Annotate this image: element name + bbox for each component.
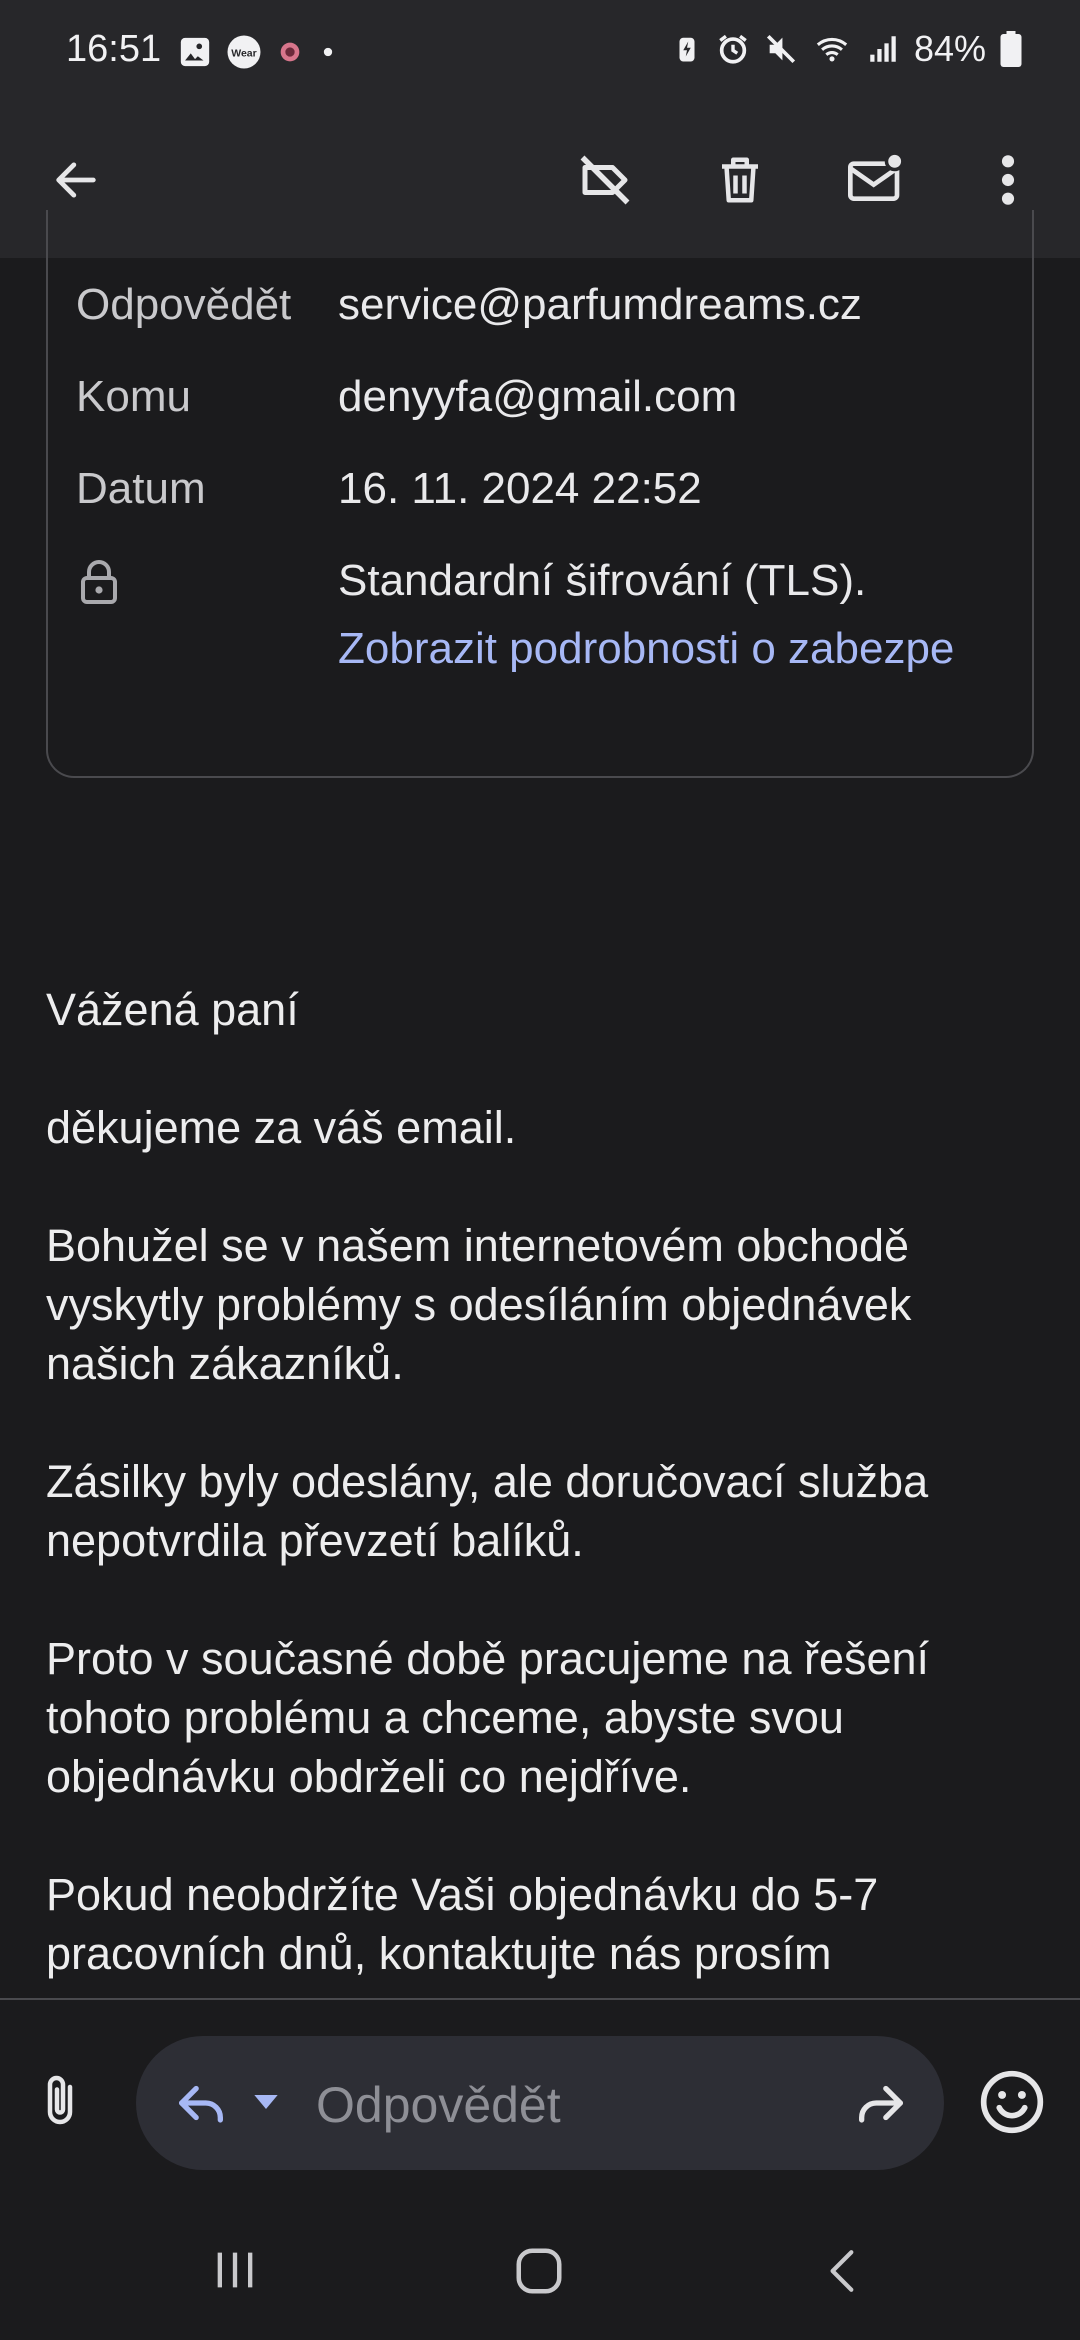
app-icon — [280, 42, 300, 62]
status-left-icons: Wear — [178, 34, 338, 70]
image-icon — [180, 37, 210, 67]
emoji-icon — [980, 2070, 1044, 2134]
lock-icon — [81, 560, 117, 604]
more-options-button[interactable] — [968, 140, 1048, 220]
system-nav-bar — [0, 2220, 1080, 2320]
body-paragraph-4: Proto v současné době pracujeme na řešen… — [46, 1629, 1046, 1806]
back-arrow-icon — [56, 162, 96, 198]
to-label: Komu — [76, 372, 191, 421]
body-line: nepotvrdila převzetí balíků. — [46, 1515, 584, 1566]
dot-icon — [323, 47, 333, 57]
message-details-card: Odpovědět service@parfumdreams.cz Komu d… — [46, 210, 1034, 778]
reply-icon — [179, 2085, 223, 2123]
body-paragraph-1: děkujeme za váš email. — [46, 1102, 517, 1153]
attachment-icon — [47, 2075, 73, 2125]
forward-button[interactable] — [852, 2074, 910, 2137]
security-details-link[interactable]: Zobrazit podrobnosti o zabezpe — [338, 624, 954, 674]
home-button[interactable] — [512, 2244, 566, 2303]
svg-text:Wear: Wear — [231, 48, 257, 60]
system-back-button[interactable] — [818, 2244, 868, 2303]
mark-unread-button[interactable] — [836, 140, 916, 220]
body-line: našich zákazníků. — [46, 1338, 404, 1389]
body-paragraph-3: Zásilky byly odeslány, ale doručovací sl… — [46, 1452, 1046, 1570]
reply-to-label: Odpovědět — [76, 280, 292, 329]
body-line: objednávku obdrželi co nejdříve. — [46, 1751, 692, 1802]
to-value[interactable]: denyyfa@gmail.com — [338, 372, 737, 422]
delete-button[interactable] — [700, 140, 780, 220]
attach-button[interactable] — [30, 2070, 100, 2140]
greeting: Vážená paní — [46, 984, 299, 1035]
delete-icon — [722, 157, 758, 203]
battery-level: 84% — [913, 28, 986, 69]
mute-icon — [766, 34, 795, 64]
label-off-icon — [580, 155, 630, 205]
battery-saver-icon — [679, 37, 695, 62]
status-time: 16:51 — [66, 28, 162, 70]
wear-icon: Wear — [227, 35, 261, 69]
body-line: Bohužel se v našem internetovém obchodě — [46, 1220, 910, 1271]
body-line: Proto v současné době pracujeme na řešen… — [46, 1633, 930, 1684]
body-line: Pokud neobdržíte Vaši objednávku do 5-7 — [46, 1869, 879, 1920]
wifi-icon — [816, 37, 848, 62]
forward-icon — [859, 2085, 903, 2123]
date-value: 16. 11. 2024 22:52 — [338, 464, 702, 513]
mark-unread-icon — [848, 152, 905, 201]
status-right: 84% — [672, 28, 1022, 70]
home-icon — [516, 2248, 562, 2294]
body-paragraph-5: Pokud neobdržíte Vaši objednávku do 5-7 … — [46, 1865, 1046, 1983]
reply-mode-dropdown[interactable] — [172, 2074, 278, 2137]
body-line: Zásilky byly odeslány, ale doručovací sl… — [46, 1456, 929, 1507]
recent-apps-icon — [217, 2252, 253, 2288]
status-bar: 16:51 Wear 84% — [0, 0, 1080, 100]
date-label: Datum — [76, 464, 206, 513]
body-line: pracovních dnů, kontaktujte nás prosím — [46, 1928, 832, 1979]
emoji-button[interactable] — [978, 2068, 1046, 2141]
chevron-down-icon — [254, 2095, 278, 2109]
chevron-left-icon — [830, 2250, 854, 2292]
remove-label-button[interactable] — [565, 140, 645, 220]
body-paragraph-2: Bohužel se v našem internetovém obchodě … — [46, 1216, 1046, 1393]
email-body: Vážená paní děkujeme za váš email. Bohuž… — [46, 980, 1046, 2042]
body-line: tohoto problému a chceme, abyste svou — [46, 1692, 844, 1743]
security-value: Standardní šifrování (TLS). — [338, 556, 867, 605]
signal-icon — [870, 36, 896, 62]
reply-to-value[interactable]: service@parfumdreams.cz — [338, 280, 862, 330]
reply-field[interactable]: Odpovědět — [136, 2036, 944, 2170]
alarm-icon — [719, 34, 747, 64]
reply-placeholder: Odpovědět — [316, 2077, 561, 2133]
more-vert-icon — [1001, 155, 1015, 205]
back-button[interactable] — [36, 140, 116, 220]
body-line: vyskytly problémy s odesíláním objednáve… — [46, 1279, 912, 1330]
recent-apps-button[interactable] — [208, 2244, 262, 2301]
battery-icon — [1000, 31, 1022, 67]
